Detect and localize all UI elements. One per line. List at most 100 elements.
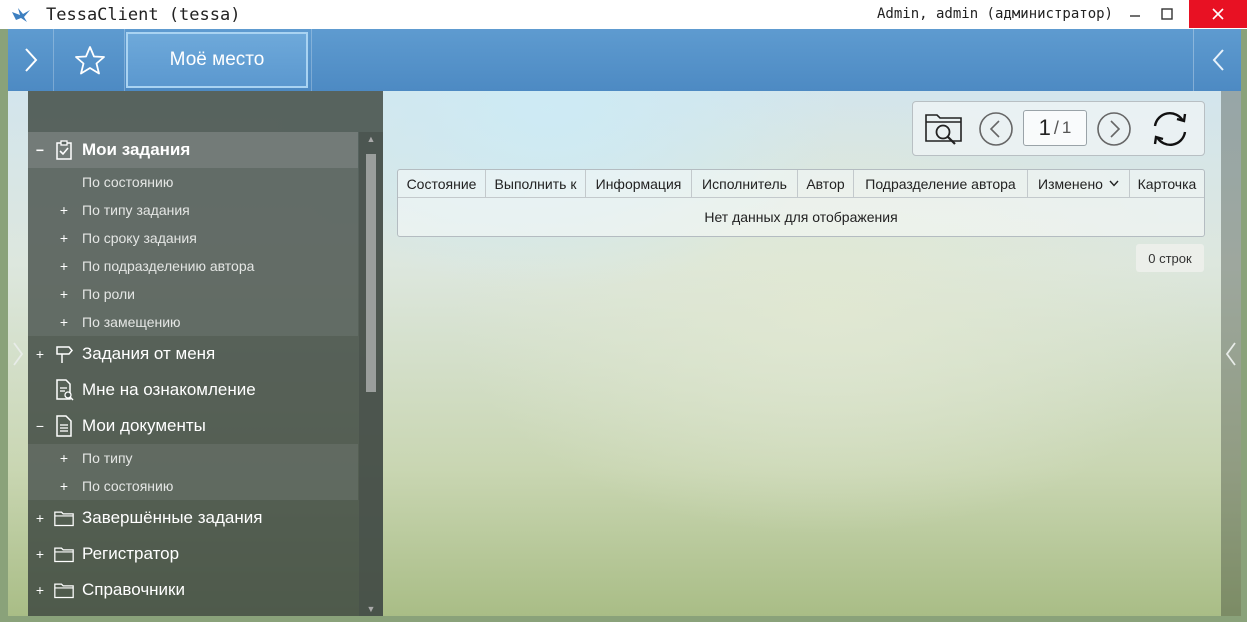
tree-item-label: По состоянию xyxy=(82,174,174,190)
column-header-author[interactable]: Автор xyxy=(798,170,854,197)
page-separator: / xyxy=(1053,117,1059,138)
tree-item-by-deputy[interactable]: + По замещению xyxy=(28,308,358,336)
window-titlebar: TessaClient (tessa) Admin, admin (админи… xyxy=(0,0,1247,29)
expand-toggle[interactable]: + xyxy=(34,546,46,562)
tree-item-dictionaries[interactable]: + Справочники xyxy=(28,572,358,608)
close-button[interactable] xyxy=(1189,0,1247,28)
column-header-label: Подразделение автора xyxy=(865,175,1016,192)
tree-item-label: Мои задания xyxy=(82,140,191,159)
expand-toggle[interactable]: + xyxy=(58,286,70,302)
tree-item-label: Мне на ознакомление xyxy=(82,380,256,399)
tree-item-label: Мои документы xyxy=(82,416,206,435)
expand-toggle[interactable]: + xyxy=(58,202,70,218)
chevron-right-icon xyxy=(24,48,37,72)
tree-item-by-due-date[interactable]: + По сроку задания xyxy=(28,224,358,252)
folder-search-icon xyxy=(925,114,962,145)
tree-item-registrar[interactable]: + Регистратор xyxy=(28,536,358,572)
scrollbar-thumb[interactable] xyxy=(366,154,376,392)
current-user: Admin, admin (администратор) xyxy=(876,6,1113,22)
expand-toggle[interactable]: + xyxy=(58,450,70,466)
expand-toggle[interactable]: + xyxy=(58,230,70,246)
tree-item-documents-by-status[interactable]: + По состоянию xyxy=(28,472,358,500)
column-header-label: Выполнить к xyxy=(494,175,577,192)
row-count-badge: 0 строк xyxy=(1136,244,1204,272)
arrow-right-circle-icon xyxy=(1097,112,1131,146)
collapse-toggle[interactable]: − xyxy=(34,418,46,434)
folder-icon xyxy=(54,507,74,529)
tree-item-by-type[interactable]: + По типу xyxy=(28,444,358,472)
chevron-left-icon xyxy=(1212,49,1224,71)
tree-item-my-documents[interactable]: − Мои документы xyxy=(28,408,358,444)
tree-item-label: По роли xyxy=(82,286,135,302)
column-header-performer[interactable]: Исполнитель xyxy=(692,170,798,197)
minimize-icon xyxy=(1130,15,1140,17)
chevron-left-icon xyxy=(1225,341,1236,366)
scroll-down-icon[interactable]: ▼ xyxy=(359,604,383,614)
favorites-button[interactable] xyxy=(55,29,125,91)
expand-toggle[interactable]: + xyxy=(34,510,46,526)
tree-item-my-tasks[interactable]: − Мои задания xyxy=(28,132,358,168)
tree-item-label: Справочники xyxy=(82,580,185,599)
expand-toggle[interactable]: + xyxy=(58,314,70,330)
scroll-up-icon[interactable]: ▲ xyxy=(359,134,383,144)
column-header-modified[interactable]: Изменено xyxy=(1028,170,1130,197)
arrow-left-circle-icon xyxy=(979,112,1013,146)
search-button[interactable] xyxy=(923,110,965,148)
document-icon xyxy=(54,415,74,437)
page-indicator[interactable]: 1 / 1 xyxy=(1023,110,1087,146)
tree-item-by-task-type[interactable]: + По типу задания xyxy=(28,196,358,224)
tree-item-label: По состоянию xyxy=(82,478,174,494)
top-bar: Моё место xyxy=(8,29,1241,91)
maximize-button[interactable] xyxy=(1151,0,1183,28)
tasks-table: Состояние Выполнить к Информация Исполни… xyxy=(397,169,1205,237)
tree-item-by-role[interactable]: + По роли xyxy=(28,280,358,308)
signpost-icon xyxy=(54,343,74,365)
tab-my-workspace[interactable]: Моё место xyxy=(126,32,308,88)
view-toolbar: 1 / 1 xyxy=(912,101,1205,156)
topbar-divider xyxy=(311,29,312,91)
refresh-button[interactable] xyxy=(1145,110,1195,148)
column-header-label: Изменено xyxy=(1038,175,1103,192)
navigation-tree: − Мои задания По состоянию + По типу зад… xyxy=(28,132,358,608)
empty-table-message: Нет данных для отображения xyxy=(704,209,898,225)
close-icon xyxy=(1212,8,1224,20)
expand-panel-button[interactable] xyxy=(8,29,54,91)
expand-toggle[interactable]: + xyxy=(34,582,46,598)
tree-item-label: По сроку задания xyxy=(82,230,197,246)
tree-item-label: По замещению xyxy=(82,314,181,330)
column-header-label: Состояние xyxy=(406,175,477,192)
task-check-icon xyxy=(54,139,74,161)
column-header-label: Исполнитель xyxy=(702,175,787,192)
column-header-card[interactable]: Карточка xyxy=(1130,170,1204,197)
tree-item-completed-tasks[interactable]: + Завершённые задания xyxy=(28,500,358,536)
expand-toggle[interactable]: + xyxy=(58,478,70,494)
tree-item-by-author-department[interactable]: + По подразделению автора xyxy=(28,252,358,280)
sidebar-scrollbar[interactable]: ▲ ▼ xyxy=(359,132,383,616)
tree-item-by-status[interactable]: По состоянию xyxy=(28,168,358,196)
tree-item-label: Регистратор xyxy=(82,544,180,563)
next-page-button[interactable] xyxy=(1095,110,1133,148)
column-header-due[interactable]: Выполнить к xyxy=(486,170,586,197)
table-header: Состояние Выполнить к Информация Исполни… xyxy=(398,170,1204,198)
right-panel-expander[interactable] xyxy=(1221,91,1241,616)
tree-item-for-review[interactable]: Мне на ознакомление xyxy=(28,372,358,408)
folder-icon xyxy=(54,543,74,565)
collapse-right-panel-button[interactable] xyxy=(1193,29,1241,91)
column-header-author-department[interactable]: Подразделение автора xyxy=(854,170,1028,197)
star-icon xyxy=(74,46,105,75)
previous-page-button[interactable] xyxy=(977,110,1015,148)
total-pages: 1 xyxy=(1061,118,1072,137)
expand-toggle[interactable]: + xyxy=(34,346,46,362)
minimize-button[interactable] xyxy=(1119,0,1151,28)
column-header-label: Автор xyxy=(806,175,845,192)
app-frame: Моё место − Мои задания По состоянию + П… xyxy=(8,29,1241,616)
folder-icon xyxy=(54,579,74,601)
column-header-info[interactable]: Информация xyxy=(586,170,692,197)
column-header-status[interactable]: Состояние xyxy=(398,170,486,197)
collapse-toggle[interactable]: − xyxy=(34,142,46,158)
tree-item-tasks-from-me[interactable]: + Задания от меня xyxy=(28,336,358,372)
left-panel-expander[interactable] xyxy=(8,91,28,616)
chevron-right-icon xyxy=(13,341,24,366)
expand-toggle[interactable]: + xyxy=(58,258,70,274)
window-title: TessaClient (tessa) xyxy=(46,4,241,25)
